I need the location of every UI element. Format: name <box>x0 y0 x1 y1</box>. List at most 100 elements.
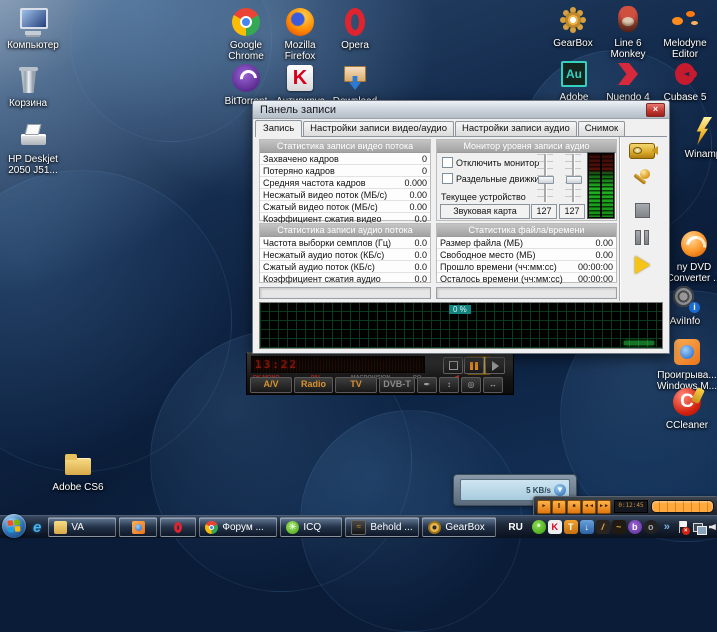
taskbar-button-opera[interactable] <box>160 517 196 537</box>
ie-quicklaunch-icon[interactable]: e <box>33 519 41 536</box>
tab-video-audio-settings[interactable]: Настройки записи видео/аудио <box>303 121 454 136</box>
kaspersky-icon <box>284 62 316 94</box>
desktop-icon-computer[interactable]: Компьютер <box>6 4 60 51</box>
tv-av-button[interactable]: A/V <box>250 377 292 393</box>
bittorrent-tray-icon[interactable]: b <box>628 520 642 534</box>
tv-settings-button[interactable]: ✒ <box>417 377 437 393</box>
tab-snapshot[interactable]: Снимок <box>578 121 625 136</box>
download-box-tray-icon[interactable]: T <box>564 520 578 534</box>
tv-play-button[interactable] <box>485 357 505 374</box>
tv-tuner-icon: ≈ <box>351 520 366 535</box>
stop-icon <box>635 203 650 218</box>
taskbar-button-forum[interactable]: Форум ... <box>199 517 277 537</box>
player-play-button[interactable]: ► <box>537 500 551 514</box>
speaker-icon[interactable]: ) <box>708 520 717 534</box>
checkbox-icon[interactable] <box>442 173 453 184</box>
start-button[interactable] <box>2 514 26 538</box>
desktop-icon-any-dvd[interactable]: ny DVD Converter ... <box>666 226 717 284</box>
opera-icon <box>172 521 185 534</box>
tv-pause-button[interactable] <box>464 357 484 374</box>
desktop-icon-hp-deskjet[interactable]: HP Deskjet 2050 J51... <box>2 118 64 176</box>
checkbox-icon[interactable] <box>442 157 453 168</box>
slider-thumb[interactable] <box>566 176 582 184</box>
dialog-titlebar[interactable]: Панель записи × <box>253 101 669 119</box>
mini-player-bar: ► || ■ ◄◄ ►► 0:12:45 <box>533 496 717 517</box>
adobe-audition-icon <box>558 58 590 90</box>
video-progress-bar <box>259 287 431 299</box>
slider-thumb[interactable] <box>538 176 554 184</box>
desktop-icon-opera[interactable]: Opera <box>330 4 380 51</box>
pencil-tray-icon[interactable]: / <box>596 520 610 534</box>
tv-tv-button[interactable]: TV <box>335 377 377 393</box>
action-center-flag-icon[interactable] <box>676 520 690 534</box>
desktop-icon-adobe[interactable]: Adobe <box>550 56 598 103</box>
taskbar-button-icq[interactable]: ✳ ICQ <box>280 517 342 537</box>
desktop-icon-winamp[interactable]: Winamp <box>678 113 717 160</box>
device-field[interactable]: Звуковая карта <box>440 204 530 219</box>
play-button[interactable] <box>628 253 656 277</box>
recycle-bin-icon <box>12 64 44 96</box>
player-stop-button[interactable]: ■ <box>567 500 581 514</box>
taskbar-button-behold[interactable]: ≈ Behold ... <box>345 517 419 537</box>
nuendo-icon <box>612 58 644 90</box>
taskbar-button-wmp[interactable] <box>119 517 157 537</box>
blue-pair-tray-icon[interactable]: » <box>660 520 674 534</box>
folder-icon <box>54 521 67 534</box>
kaspersky-tray-icon[interactable]: K <box>548 520 562 534</box>
left-level-field[interactable]: 127 <box>531 204 557 219</box>
language-indicator[interactable]: RU <box>508 522 522 533</box>
close-button[interactable]: × <box>646 103 665 117</box>
player-pause-button[interactable]: || <box>552 500 566 514</box>
swirl-tray-icon[interactable]: ~ <box>612 520 626 534</box>
agent-tray-icon[interactable]: ↓ <box>580 520 594 534</box>
taskbar-button-va[interactable]: VA <box>48 517 116 537</box>
tv-radio-button[interactable]: Radio <box>294 377 333 393</box>
record-video-button[interactable] <box>628 139 656 163</box>
network-icon[interactable] <box>692 520 706 534</box>
left-volume-slider[interactable] <box>537 154 553 202</box>
desktop-icon-melodyne[interactable]: Melodyne Editor <box>658 2 712 60</box>
player-progress-bar[interactable] <box>651 500 714 513</box>
icq-tray-icon[interactable]: * <box>532 520 546 534</box>
tab-audio-settings[interactable]: Настройки записи аудио <box>455 121 577 136</box>
desktop-icon-adobe-cs6[interactable]: Adobe CS6 <box>48 446 108 493</box>
disable-monitor-checkbox[interactable]: Отключить монитор <box>442 157 539 168</box>
tv-scheduler-button[interactable]: ◎ <box>461 377 481 393</box>
desktop-icon-gearbox[interactable]: GearBox <box>549 2 597 49</box>
record-audio-button[interactable] <box>628 167 656 191</box>
stat-row: Захвачено кадров0 <box>260 153 430 165</box>
pause-icon <box>470 362 478 370</box>
taskbar-button-gearbox[interactable]: GearBox <box>422 517 496 537</box>
desktop-icon-recycle-bin[interactable]: Корзина <box>4 62 52 109</box>
right-volume-slider[interactable] <box>565 154 581 202</box>
chrome-icon <box>205 521 218 534</box>
tv-updown-button[interactable]: ↔ <box>483 377 503 393</box>
right-level-field[interactable]: 127 <box>559 204 585 219</box>
pause-icon <box>635 230 649 245</box>
tab-record[interactable]: Запись <box>255 120 302 137</box>
desktop-icon-line6-monkey[interactable]: Line 6 Monkey <box>603 2 653 60</box>
media-player-icon <box>671 336 703 368</box>
desktop-icon-cubase[interactable]: Cubase 5 <box>658 56 712 103</box>
player-time-display: 0:12:45 <box>614 500 648 513</box>
melodyne-icon <box>669 4 701 36</box>
ring-tray-icon[interactable]: o <box>644 520 658 534</box>
desktop-icon-mozilla-firefox[interactable]: Mozilla Firefox <box>276 4 324 62</box>
player-prev-button[interactable]: ◄◄ <box>582 500 596 514</box>
desktop-icon-nuendo[interactable]: Nuendo 4 <box>604 56 652 103</box>
chrome-icon <box>230 6 262 38</box>
desktop-icon-google-chrome[interactable]: Google Chrome <box>222 4 270 62</box>
tv-channels-button[interactable]: ↕ <box>439 377 459 393</box>
monkey-icon <box>612 4 644 36</box>
tv-stop-button[interactable] <box>443 357 463 374</box>
desktop-icon-ccleaner[interactable]: CCleaner <box>660 384 714 431</box>
player-next-button[interactable]: ►► <box>597 500 611 514</box>
media-player-icon <box>132 521 145 534</box>
split-sliders-checkbox[interactable]: Раздельные движки <box>442 173 539 184</box>
stat-row: Потеряно кадров0 <box>260 165 430 177</box>
stop-record-button[interactable] <box>628 198 656 222</box>
pause-record-button[interactable] <box>628 225 656 249</box>
tv-dvbt-button[interactable]: DVB-T <box>379 377 415 393</box>
stat-row: Свободное место (МБ)0.00 <box>437 249 616 261</box>
vu-meter <box>587 152 615 219</box>
